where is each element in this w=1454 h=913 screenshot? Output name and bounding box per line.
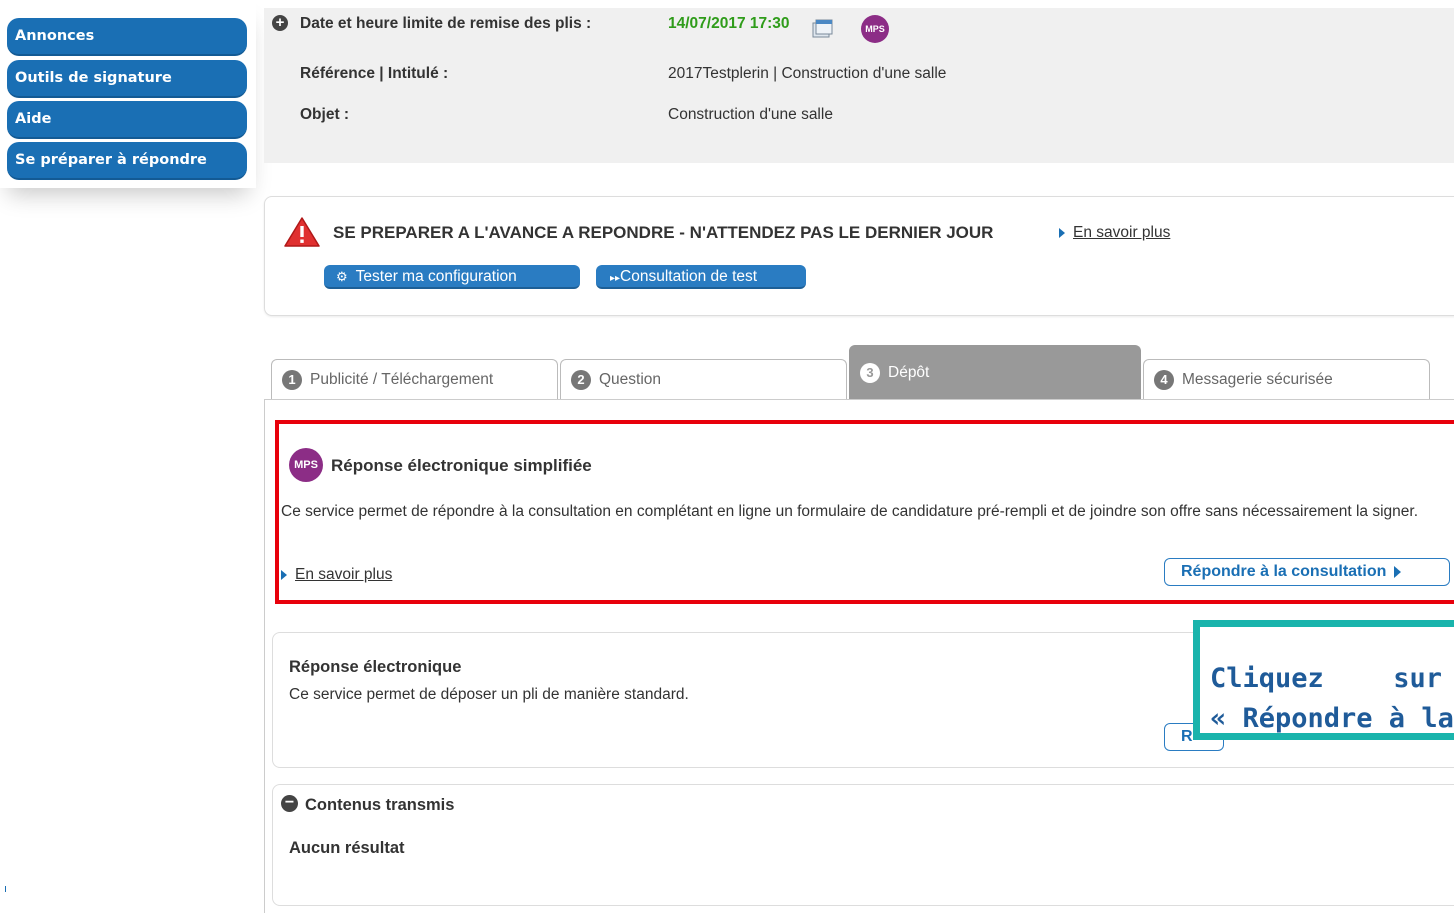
- chevron-right-icon: [1059, 227, 1065, 238]
- mps-panel-description: Ce service permet de répondre à la consu…: [281, 503, 1419, 520]
- sidebar: Annonces Outils de signature Aide Se pré…: [0, 0, 256, 188]
- deadline-label: Date et heure limite de remise des plis …: [300, 15, 592, 32]
- mps-learn-more-link[interactable]: En savoir plus: [281, 566, 392, 584]
- standard-panel-description: Ce service permet de déposer un pli de m…: [289, 686, 689, 703]
- sidebar-item-se-preparer[interactable]: Se préparer à répondre: [7, 142, 247, 180]
- calendar-icon[interactable]: [812, 18, 834, 38]
- mps-panel-title: Réponse électronique simplifiée: [331, 456, 592, 475]
- chevron-right-icon: [281, 569, 287, 580]
- content-border: [264, 400, 265, 913]
- tab-question[interactable]: 2 Question: [560, 359, 847, 399]
- deadline-value: 14/07/2017 17:30: [668, 15, 790, 32]
- collapse-minus-icon[interactable]: −: [281, 795, 298, 812]
- objet-value: Construction d'une salle: [668, 106, 833, 123]
- warning-learn-more-link[interactable]: En savoir plus: [1059, 224, 1170, 242]
- expand-plus-icon[interactable]: +: [272, 15, 288, 31]
- tab-messagerie[interactable]: 4 Messagerie sécurisée: [1143, 359, 1430, 399]
- reference-label: Référence | Intitulé :: [300, 65, 449, 82]
- mps-logo-icon: MPS: [289, 448, 323, 482]
- warning-triangle-icon: [284, 217, 320, 247]
- consultation-info: + Date et heure limite de remise des pli…: [264, 8, 1454, 163]
- callout-text: Cliquez sur « Répondre à la: [1210, 663, 1454, 734]
- fast-forward-icon: ▸▸: [610, 273, 621, 284]
- mps-response-panel: MPS Réponse électronique simplifiée Ce s…: [275, 420, 1454, 604]
- sidebar-item-annonces[interactable]: Annonces: [7, 18, 247, 56]
- contents-panel-title: Contenus transmis: [305, 796, 455, 814]
- scroll-marker: [5, 886, 6, 892]
- warning-title: SE PREPARER A L'AVANCE A REPONDRE - N'AT…: [333, 223, 994, 242]
- sidebar-item-outils-signature[interactable]: Outils de signature: [7, 60, 247, 98]
- test-config-button[interactable]: ⚙ Tester ma configuration: [324, 265, 580, 289]
- tab-divider: [264, 399, 1454, 400]
- sidebar-item-aide[interactable]: Aide: [7, 101, 247, 139]
- standard-panel-title: Réponse électronique: [289, 658, 462, 676]
- prepare-warning-panel: SE PREPARER A L'AVANCE A REPONDRE - N'AT…: [264, 196, 1454, 316]
- objet-label: Objet :: [300, 106, 350, 123]
- instruction-callout: Cliquez sur « Répondre à la: [1193, 620, 1454, 740]
- no-result-text: Aucun résultat: [289, 839, 405, 857]
- tab-publicite[interactable]: 1 Publicité / Téléchargement: [271, 359, 558, 399]
- contents-transmitted-panel: − Contenus transmis Aucun résultat: [272, 784, 1454, 906]
- triangle-right-icon: [1394, 565, 1402, 578]
- respond-consultation-button[interactable]: Répondre à la consultation: [1164, 558, 1450, 586]
- gears-icon: ⚙: [336, 269, 348, 284]
- reference-value: 2017Testplerin | Construction d'une sall…: [668, 65, 947, 82]
- tab-depot[interactable]: 3 Dépôt: [849, 345, 1141, 400]
- mps-badge-icon: MPS: [861, 15, 889, 43]
- test-consultation-button[interactable]: ▸▸Consultation de test: [596, 265, 806, 289]
